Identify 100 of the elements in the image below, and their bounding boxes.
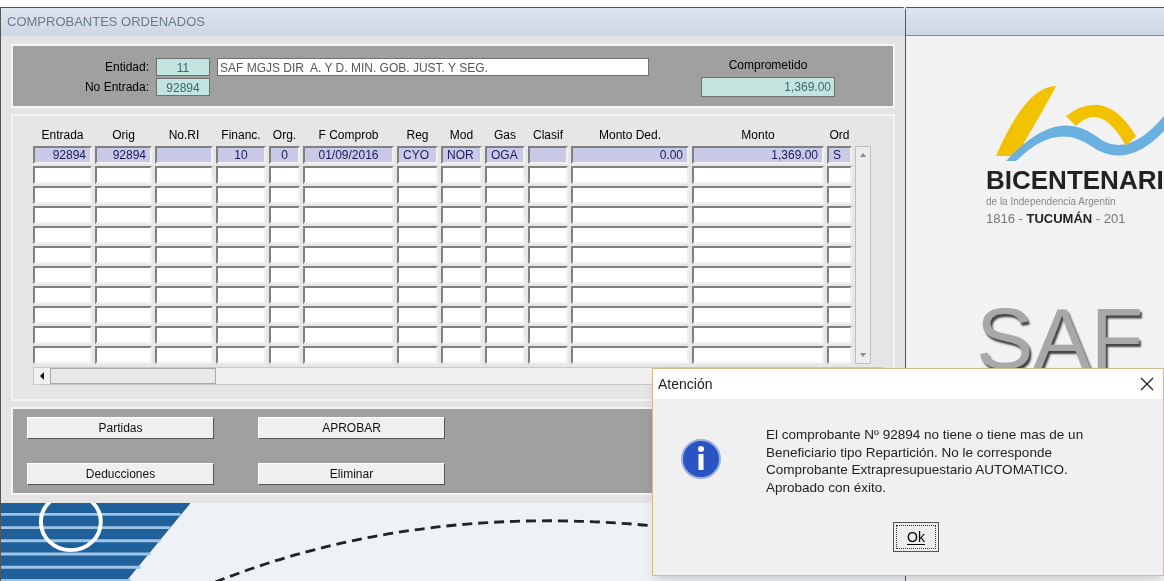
table-cell[interactable]: [216, 346, 266, 364]
table-cell[interactable]: [216, 306, 266, 324]
table-cell[interactable]: [303, 286, 394, 304]
table-cell[interactable]: [155, 226, 213, 244]
table-cell[interactable]: [33, 206, 92, 224]
table-cell[interactable]: [33, 246, 92, 264]
comprometido-field[interactable]: 1,369.00: [701, 77, 835, 97]
table-cell[interactable]: [485, 206, 525, 224]
table-cell[interactable]: [303, 346, 394, 364]
table-cell[interactable]: [155, 166, 213, 184]
action-button[interactable]: Deducciones: [27, 463, 214, 485]
table-cell[interactable]: [692, 166, 824, 184]
table-cell[interactable]: [571, 226, 689, 244]
table-cell[interactable]: [528, 166, 568, 184]
table-cell[interactable]: [441, 326, 482, 344]
table-cell[interactable]: [827, 326, 852, 344]
table-cell[interactable]: [397, 326, 438, 344]
entidad-name-field[interactable]: SAF MGJS DIR A. Y D. MIN. GOB. JUST. Y SEG.: [217, 58, 649, 76]
table-cell[interactable]: [528, 326, 568, 344]
table-cell[interactable]: [155, 206, 213, 224]
table-cell[interactable]: [155, 146, 213, 164]
table-cell[interactable]: [33, 346, 92, 364]
table-cell[interactable]: [95, 266, 152, 284]
table-cell[interactable]: [216, 166, 266, 184]
table-cell[interactable]: [397, 266, 438, 284]
table-cell[interactable]: [95, 226, 152, 244]
table-cell[interactable]: [33, 266, 92, 284]
table-cell[interactable]: 01/09/2016: [303, 146, 394, 164]
table-cell[interactable]: [269, 346, 300, 364]
table-cell[interactable]: [216, 186, 266, 204]
table-cell[interactable]: [95, 206, 152, 224]
table-cell[interactable]: [216, 226, 266, 244]
table-cell[interactable]: [216, 206, 266, 224]
table-cell[interactable]: [827, 346, 852, 364]
table-cell[interactable]: [692, 226, 824, 244]
action-button[interactable]: Eliminar: [258, 463, 445, 485]
table-cell[interactable]: [33, 226, 92, 244]
table-cell[interactable]: [528, 266, 568, 284]
table-cell[interactable]: [441, 246, 482, 264]
table-cell[interactable]: [397, 246, 438, 264]
entidad-code-field[interactable]: 11: [156, 58, 210, 76]
table-cell[interactable]: [528, 286, 568, 304]
table-cell[interactable]: [827, 166, 852, 184]
table-cell[interactable]: [303, 266, 394, 284]
table-cell[interactable]: [397, 186, 438, 204]
table-cell[interactable]: [571, 326, 689, 344]
table-cell[interactable]: [155, 246, 213, 264]
table-cell[interactable]: [397, 286, 438, 304]
vertical-scrollbar[interactable]: [855, 146, 871, 364]
table-cell[interactable]: [571, 346, 689, 364]
table-cell[interactable]: [692, 186, 824, 204]
table-cell[interactable]: [441, 306, 482, 324]
table-cell[interactable]: [827, 246, 852, 264]
table-cell[interactable]: [692, 286, 824, 304]
table-cell[interactable]: [571, 206, 689, 224]
table-cell[interactable]: [528, 206, 568, 224]
table-cell[interactable]: [485, 186, 525, 204]
table-cell[interactable]: [95, 346, 152, 364]
table-cell[interactable]: [397, 346, 438, 364]
table-cell[interactable]: [269, 226, 300, 244]
table-cell[interactable]: [441, 166, 482, 184]
table-cell[interactable]: [827, 206, 852, 224]
table-cell[interactable]: [485, 286, 525, 304]
table-cell[interactable]: 1,369.00: [692, 146, 824, 164]
table-cell[interactable]: [33, 306, 92, 324]
table-cell[interactable]: [692, 206, 824, 224]
table-cell[interactable]: 0.00: [571, 146, 689, 164]
table-cell[interactable]: [303, 326, 394, 344]
table-cell[interactable]: [528, 146, 568, 164]
ok-button[interactable]: Ok: [893, 522, 939, 552]
table-cell[interactable]: [528, 246, 568, 264]
table-cell[interactable]: [571, 166, 689, 184]
table-cell[interactable]: [571, 246, 689, 264]
table-cell[interactable]: [269, 206, 300, 224]
table-cell[interactable]: [485, 226, 525, 244]
table-cell[interactable]: [33, 186, 92, 204]
table-cell[interactable]: [269, 186, 300, 204]
table-cell[interactable]: [397, 206, 438, 224]
table-cell[interactable]: [303, 166, 394, 184]
table-cell[interactable]: [441, 226, 482, 244]
table-cell[interactable]: [692, 346, 824, 364]
table-cell[interactable]: [95, 286, 152, 304]
table-cell[interactable]: [155, 306, 213, 324]
table-cell[interactable]: [692, 306, 824, 324]
table-cell[interactable]: [269, 306, 300, 324]
table-cell[interactable]: [528, 306, 568, 324]
table-cell[interactable]: [155, 286, 213, 304]
table-cell[interactable]: [827, 186, 852, 204]
table-cell[interactable]: NOR: [441, 146, 482, 164]
table-cell[interactable]: [827, 306, 852, 324]
table-cell[interactable]: [269, 326, 300, 344]
table-cell[interactable]: [269, 286, 300, 304]
table-cell[interactable]: [95, 326, 152, 344]
table-cell[interactable]: [441, 266, 482, 284]
table-cell[interactable]: [397, 306, 438, 324]
table-cell[interactable]: [269, 166, 300, 184]
table-cell[interactable]: [528, 186, 568, 204]
table-cell[interactable]: [571, 306, 689, 324]
table-cell[interactable]: S: [827, 146, 852, 164]
table-cell[interactable]: [397, 166, 438, 184]
